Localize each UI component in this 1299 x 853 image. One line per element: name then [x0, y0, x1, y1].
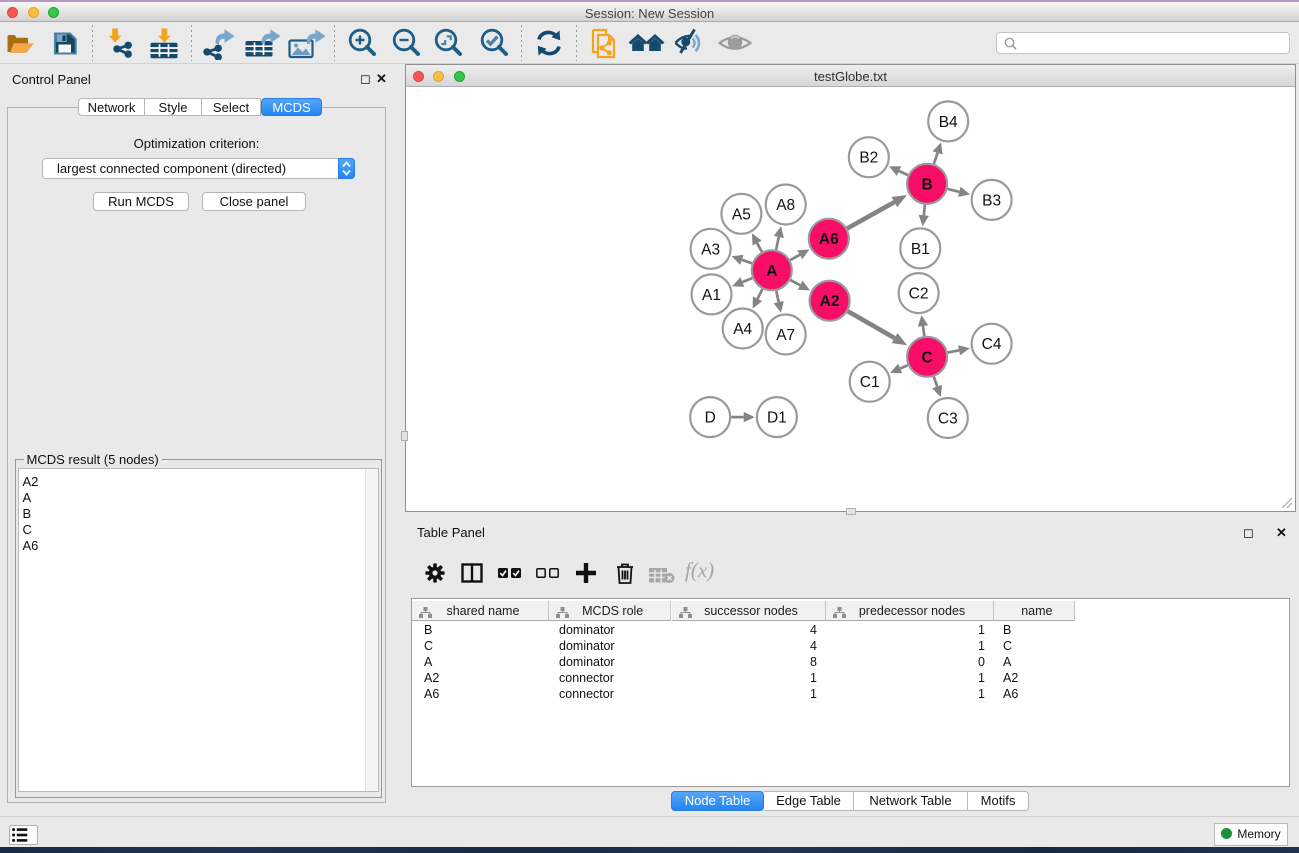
svg-text:B4: B4: [939, 114, 958, 131]
svg-text:B: B: [921, 176, 932, 193]
svg-text:C3: C3: [938, 411, 958, 428]
svg-text:D1: D1: [767, 410, 787, 427]
svg-text:C: C: [921, 349, 932, 366]
svg-text:A8: A8: [776, 197, 795, 214]
svg-text:A5: A5: [732, 206, 751, 223]
svg-text:C1: C1: [860, 374, 880, 391]
svg-text:A1: A1: [702, 287, 721, 304]
svg-text:A2: A2: [820, 293, 840, 310]
svg-text:A3: A3: [701, 241, 720, 258]
svg-text:A: A: [766, 263, 777, 280]
svg-text:A4: A4: [733, 321, 752, 338]
svg-text:D: D: [705, 410, 716, 427]
svg-text:C4: C4: [982, 336, 1002, 353]
svg-text:B3: B3: [982, 192, 1001, 209]
svg-text:C2: C2: [909, 286, 929, 303]
svg-text:B2: B2: [859, 150, 878, 167]
svg-text:B1: B1: [911, 241, 930, 258]
svg-text:A6: A6: [819, 231, 839, 248]
svg-text:A7: A7: [776, 327, 795, 344]
